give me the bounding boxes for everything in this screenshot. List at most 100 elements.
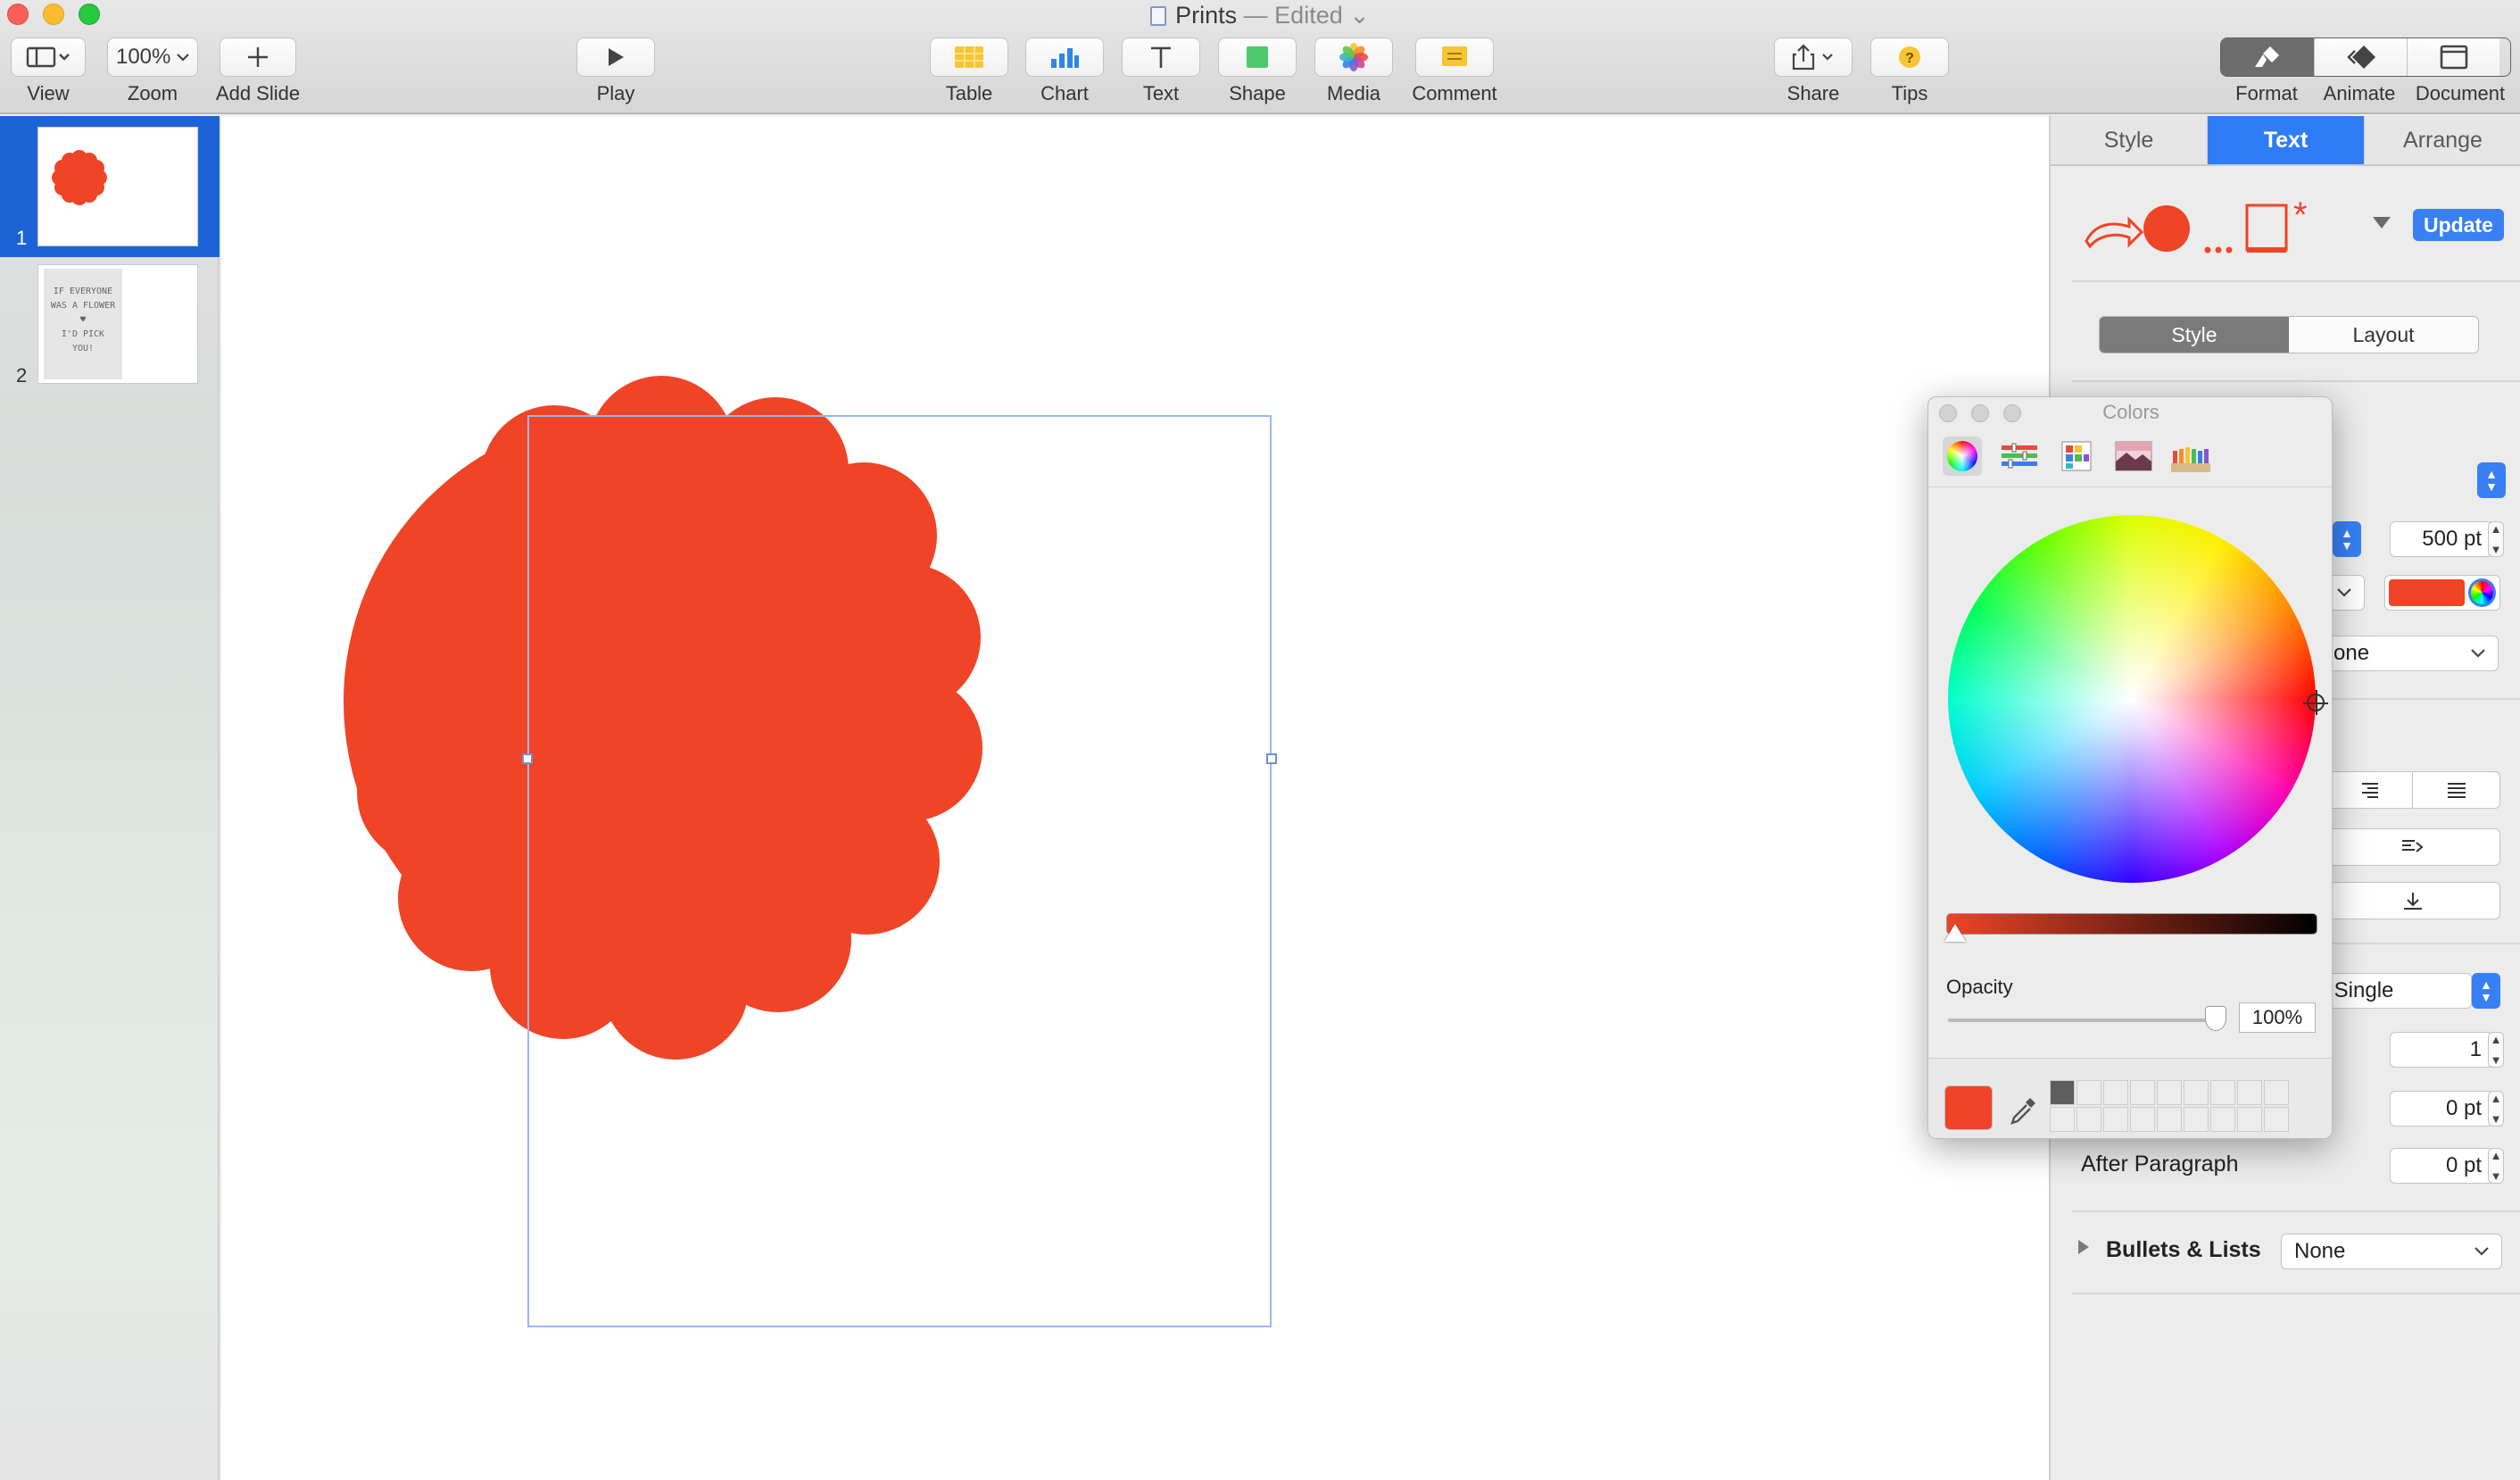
view-button[interactable] [11, 37, 86, 77]
justify-button[interactable] [2412, 772, 2499, 808]
opacity-slider[interactable] [1948, 1019, 2216, 1022]
document-button[interactable] [2407, 38, 2499, 76]
style-segment[interactable]: Style [2100, 317, 2289, 353]
saved-swatch[interactable] [2077, 1107, 2101, 1132]
flower-shape-thumbnail [52, 150, 107, 205]
saved-swatch[interactable] [2210, 1107, 2235, 1132]
color-wheel-mode-button[interactable] [1943, 437, 1982, 476]
saved-swatch[interactable] [2050, 1107, 2075, 1132]
chevron-up-icon: ▲ [2490, 1149, 2502, 1162]
font-size-field[interactable]: 500 pt [2390, 521, 2493, 557]
resize-handle-left[interactable] [522, 753, 533, 764]
chart-icon [1051, 48, 1079, 68]
media-button[interactable] [1314, 37, 1393, 77]
table-button[interactable] [930, 37, 1008, 77]
after-paragraph-field[interactable]: 0 pt [2390, 1148, 2493, 1184]
eyedropper-icon[interactable] [2007, 1094, 2039, 1127]
tab-text[interactable]: Text [2208, 116, 2365, 164]
comment-icon [1442, 46, 1467, 66]
play-button[interactable] [576, 37, 655, 77]
zoom-value: 100% [115, 45, 171, 69]
paragraph-style-preview[interactable]: * [2083, 196, 2350, 255]
tab-style[interactable]: Style [2051, 116, 2208, 164]
bullets-lists-label[interactable]: Bullets & Lists [2106, 1237, 2261, 1263]
saved-swatch[interactable] [2157, 1107, 2182, 1132]
saved-swatch[interactable] [2050, 1080, 2075, 1105]
slide-canvas[interactable] [221, 116, 2049, 1480]
color-wheel-cursor[interactable] [2303, 690, 2328, 715]
align-right-button[interactable] [2325, 772, 2413, 808]
after-paragraph-stepper[interactable]: ▲ ▼ [2488, 1148, 2504, 1184]
chart-button[interactable] [1025, 37, 1104, 77]
saved-swatch[interactable] [2103, 1080, 2128, 1105]
line-spacing-stepper[interactable]: ▲ ▼ [2472, 973, 2500, 1009]
crayons-mode-button[interactable] [2171, 437, 2210, 476]
chevron-down-icon: ▼ [2341, 538, 2353, 553]
saved-swatch[interactable] [2237, 1080, 2262, 1105]
text-button[interactable] [1122, 37, 1200, 77]
add-slide-button[interactable] [220, 37, 296, 77]
format-button[interactable] [2221, 38, 2314, 76]
text-color-well[interactable] [2384, 575, 2500, 611]
before-paragraph-field[interactable]: 0 pt [2390, 1091, 2493, 1127]
color-sliders-mode-button[interactable] [2000, 437, 2039, 476]
animate-icon [2346, 46, 2375, 69]
slide-thumbnail-2[interactable]: IF EVERYONE WAS A FLOWER ♥ I'D PICK YOU! [37, 264, 198, 384]
slide-thumbnail-1[interactable] [37, 127, 198, 246]
zoom-popup[interactable]: 100% [107, 37, 198, 77]
saved-swatch[interactable] [2237, 1107, 2262, 1132]
update-style-button[interactable]: Update [2413, 209, 2504, 241]
saved-swatch[interactable] [2077, 1080, 2101, 1105]
saved-swatch[interactable] [2157, 1080, 2182, 1105]
typeface-stepper[interactable]: ▲ ▼ [2333, 521, 2361, 557]
document-name: Prints [1175, 2, 1238, 29]
text-label: Text [1142, 82, 1180, 104]
chevron-up-icon: ▲ [2341, 526, 2353, 540]
brightness-slider[interactable] [1946, 913, 2317, 935]
tips-button[interactable]: ? [1870, 37, 1949, 77]
current-color-swatch[interactable] [1944, 1085, 1993, 1130]
saved-swatch[interactable] [2103, 1107, 2128, 1132]
spacing-stepper[interactable]: ▲ ▼ [2488, 1032, 2504, 1068]
color-wheel[interactable] [1948, 515, 2316, 883]
share-button[interactable] [1774, 37, 1853, 77]
align-bottom-button[interactable] [2325, 883, 2500, 919]
table-icon [955, 46, 983, 68]
resize-handle-right[interactable] [1266, 753, 1277, 764]
saved-swatch[interactable] [2264, 1080, 2289, 1105]
layout-segment[interactable]: Layout [2289, 317, 2478, 353]
chevron-down-icon[interactable]: ⌄ [1349, 2, 1370, 29]
font-size-stepper[interactable]: ▲ ▼ [2488, 521, 2504, 557]
play-label: Play [596, 82, 635, 104]
edited-status: — Edited [1243, 2, 1343, 29]
animate-button[interactable] [2314, 38, 2407, 76]
paintbrush-icon [2255, 46, 2279, 67]
chevron-down-icon [177, 54, 189, 62]
sliders-icon [2002, 443, 2037, 469]
color-wheel-icon[interactable] [2467, 578, 2496, 607]
saved-swatch[interactable] [2130, 1107, 2155, 1132]
saved-swatch[interactable] [2184, 1107, 2209, 1132]
shape-button[interactable] [1218, 37, 1297, 77]
saved-swatch[interactable] [2130, 1080, 2155, 1105]
image-palettes-mode-button[interactable] [2114, 437, 2153, 476]
color-palettes-mode-button[interactable] [2057, 437, 2096, 476]
saved-swatch[interactable] [2264, 1107, 2289, 1132]
disclosure-triangle-icon[interactable] [2372, 216, 2392, 230]
opacity-field[interactable]: 100% [2239, 1002, 2316, 1033]
before-paragraph-stepper[interactable]: ▲ ▼ [2488, 1091, 2504, 1127]
spacing-field[interactable]: 1 [2390, 1032, 2493, 1068]
disclosure-triangle-icon[interactable] [2077, 1239, 2090, 1255]
brightness-slider-knob[interactable] [1944, 924, 1966, 942]
saved-swatch[interactable] [2184, 1080, 2209, 1105]
font-family-stepper[interactable]: ▲ ▼ [2477, 462, 2506, 498]
saved-swatch[interactable] [2210, 1080, 2235, 1105]
tab-arrange[interactable]: Arrange [2365, 116, 2520, 164]
slide-number-2: 2 [16, 364, 28, 387]
bullets-style-popup[interactable]: None [2281, 1234, 2502, 1269]
chevron-up-icon: ▲ [2490, 522, 2502, 536]
increase-indent-button[interactable] [2325, 829, 2500, 865]
opacity-slider-knob[interactable] [2205, 1006, 2226, 1031]
comment-button[interactable] [1415, 37, 1494, 77]
sidebar-view-icon [26, 46, 70, 68]
